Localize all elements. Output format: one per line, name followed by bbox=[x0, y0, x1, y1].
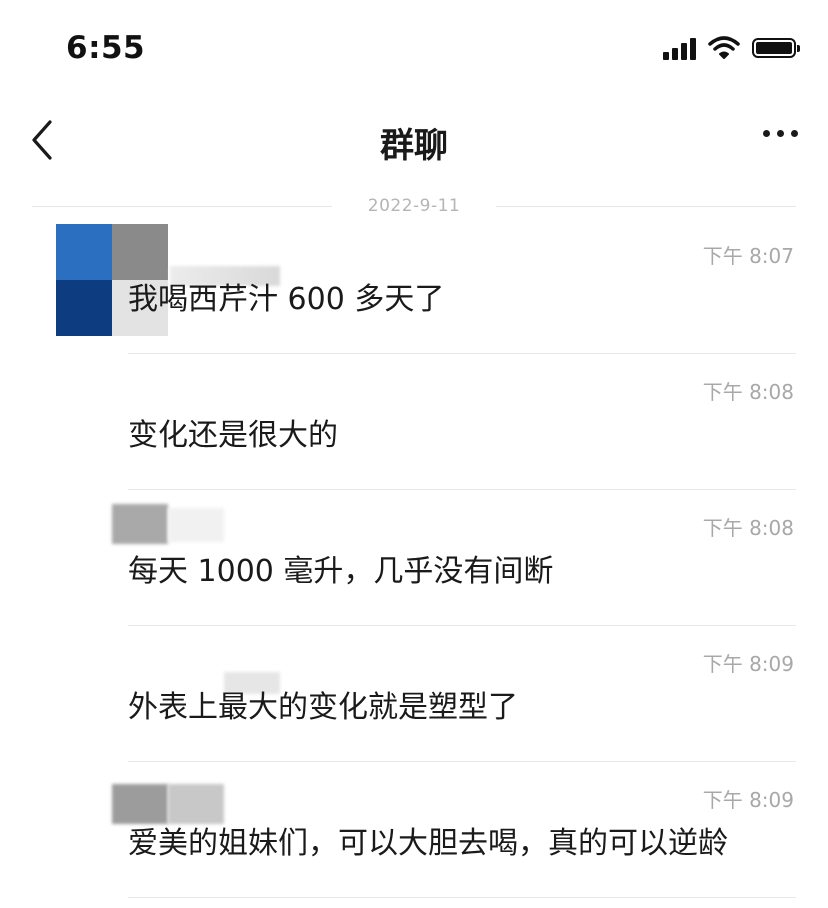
battery-icon bbox=[752, 38, 800, 58]
message-text: 变化还是很大的 bbox=[128, 418, 338, 453]
wifi-icon bbox=[708, 36, 740, 59]
status-time: 6:55 bbox=[66, 30, 146, 66]
message-text: 我喝西芹汁 600 多天了 bbox=[128, 282, 445, 317]
message-time: 下午 8:07 bbox=[702, 244, 794, 268]
more-options-button[interactable] bbox=[763, 130, 798, 137]
date-label: 2022-9-11 bbox=[367, 196, 461, 216]
message-time: 下午 8:09 bbox=[702, 788, 794, 812]
list-item[interactable]: 下午 8:08 变化还是很大的 bbox=[0, 354, 828, 490]
nav-bar: 群聊 bbox=[0, 100, 828, 182]
message-time: 下午 8:08 bbox=[702, 380, 794, 404]
list-item[interactable]: 下午 8:09 外表上最大的变化就是塑型了 bbox=[0, 626, 828, 762]
list-item[interactable]: 下午 8:08 每天 1000 毫升，几乎没有间断 bbox=[0, 490, 828, 626]
redacted-avatar bbox=[112, 504, 168, 544]
more-dot-icon bbox=[777, 130, 784, 137]
more-dot-icon bbox=[763, 130, 770, 137]
page-title: 群聊 bbox=[380, 126, 448, 166]
more-dot-icon bbox=[791, 130, 798, 137]
date-divider: 2022-9-11 bbox=[32, 196, 796, 218]
message-time: 下午 8:09 bbox=[702, 652, 794, 676]
redacted-sender-name bbox=[168, 508, 224, 542]
message-text: 外表上最大的变化就是塑型了 bbox=[128, 690, 518, 725]
cellular-signal-icon bbox=[663, 36, 696, 60]
list-item[interactable]: 下午 8:09 爱美的姐妹们，可以大胆去喝，真的可以逆龄 bbox=[0, 762, 828, 898]
message-text: 每天 1000 毫升，几乎没有间断 bbox=[128, 554, 554, 589]
message-text: 爱美的姐妹们，可以大胆去喝，真的可以逆龄 bbox=[128, 826, 728, 861]
list-item[interactable]: 下午 8:07 我喝西芹汁 600 多天了 bbox=[0, 218, 828, 354]
status-icons bbox=[663, 36, 800, 60]
divider bbox=[128, 897, 796, 898]
status-bar: 6:55 bbox=[0, 0, 828, 96]
message-time: 下午 8:08 bbox=[702, 516, 794, 540]
